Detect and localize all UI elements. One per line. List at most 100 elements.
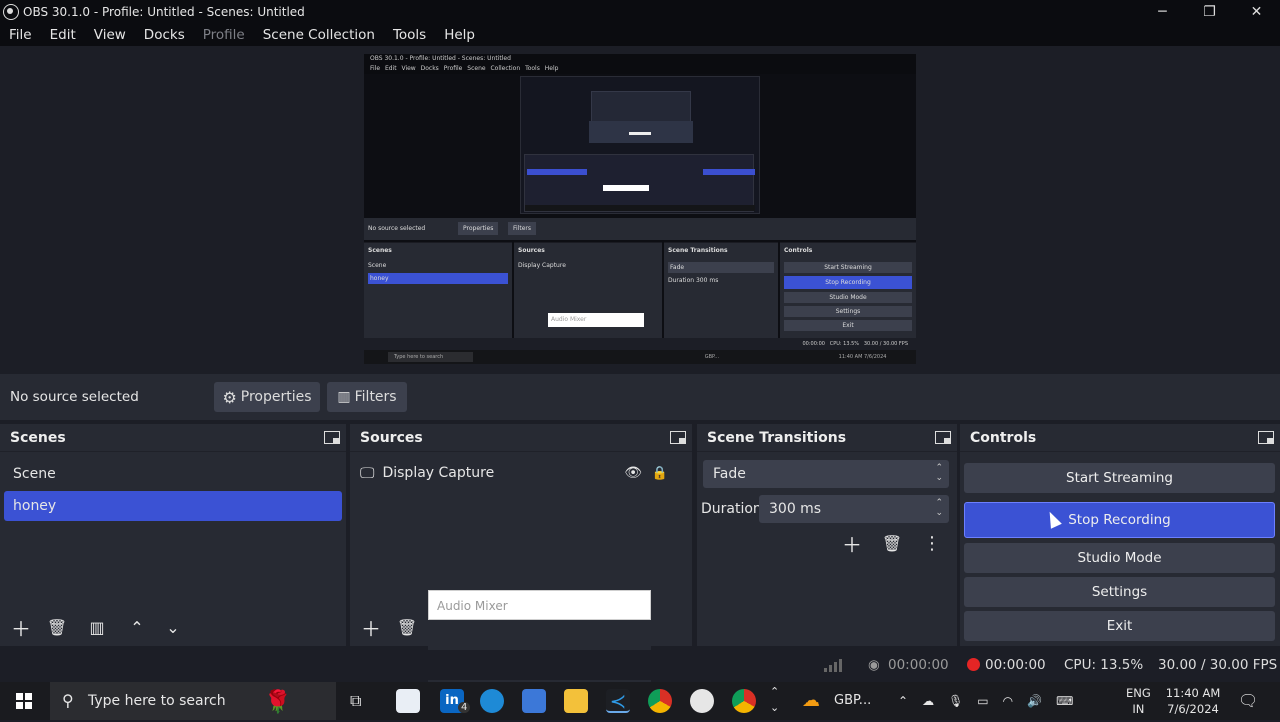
start-streaming-button[interactable]: Start Streaming: [964, 463, 1275, 493]
task-view-icon[interactable]: ⧉: [350, 691, 361, 711]
preview-mini-audio: Audio Mixer: [548, 313, 644, 327]
vscode-icon[interactable]: ≺: [606, 689, 630, 713]
add-source-button[interactable]: ＋: [356, 614, 386, 641]
undock-icon[interactable]: [935, 431, 951, 444]
menu-profile[interactable]: Profile: [194, 27, 254, 43]
whatsapp-icon[interactable]: [690, 689, 714, 713]
sources-toolbar: ＋ 🗑: [356, 614, 422, 641]
language-code: ENG: [1126, 686, 1151, 700]
chrome-icon[interactable]: [648, 689, 672, 713]
exit-button[interactable]: Exit: [964, 611, 1275, 641]
preview-mini-scene-2: honey: [368, 273, 508, 284]
edge-icon[interactable]: [480, 689, 504, 713]
preview-mini-scenes-title: Scenes: [368, 247, 392, 254]
window-controls: ─ ❐ ✕: [1139, 0, 1280, 24]
move-scene-up-button[interactable]: ⌃: [122, 614, 152, 640]
preview-canvas[interactable]: OBS 30.1.0 - Profile: Untitled - Scenes:…: [364, 54, 916, 364]
duration-spinbox[interactable]: 300 ms ⌃ ⌄: [759, 495, 949, 523]
region-code: IN: [1132, 702, 1145, 716]
wifi-icon[interactable]: ◠: [1003, 694, 1013, 708]
preview-nested-record: [703, 169, 755, 175]
transition-select[interactable]: Fade ⌃ ⌄: [703, 460, 949, 488]
preview-mini-controls: Controls Start Streaming Stop Recording …: [780, 242, 916, 352]
settings-button[interactable]: Settings: [964, 577, 1275, 607]
preview-mini-sources: Sources Display Capture Audio Mixer: [514, 242, 662, 352]
stop-recording-button[interactable]: Stop Recording: [964, 502, 1275, 538]
menu-tools[interactable]: Tools: [384, 27, 435, 43]
clock-date: 7/6/2024: [1167, 702, 1219, 716]
volume-icon[interactable]: 🔊: [1027, 694, 1042, 708]
menu-scene-collection[interactable]: Scene Collection: [254, 27, 384, 43]
preview-mini-transitions-title: Scene Transitions: [668, 247, 728, 254]
weather-icon: ☁: [802, 690, 820, 711]
preview-mini-properties: Properties: [458, 222, 499, 235]
file-explorer-icon[interactable]: [564, 689, 588, 713]
input-language[interactable]: ENG IN: [1126, 685, 1151, 717]
spin-arrows-icon[interactable]: ⌃ ⌄: [935, 498, 943, 518]
restore-button[interactable]: ❐: [1186, 0, 1233, 24]
tray-expand-icon[interactable]: ⌃: [898, 694, 908, 708]
preview-mini-clock-date: 7/6/2024: [863, 354, 887, 360]
taskbar-clock[interactable]: 11:40 AM 7/6/2024: [1162, 685, 1224, 717]
window-title: OBS 30.1.0 - Profile: Untitled - Scenes:…: [23, 5, 305, 19]
taskbar-scroll-icon[interactable]: ⌃ ⌄: [770, 684, 779, 716]
transition-menu-button[interactable]: ⋮: [917, 530, 947, 556]
minimize-button[interactable]: ─: [1139, 0, 1186, 24]
add-scene-button[interactable]: ＋: [6, 614, 36, 641]
microphone-icon[interactable]: 🎙: [948, 694, 963, 708]
remove-source-button[interactable]: 🗑: [392, 614, 422, 640]
filters-button[interactable]: ▥ Filters: [327, 382, 407, 412]
properties-label: Properties: [240, 389, 312, 405]
preview-mini-search: Type here to search: [388, 352, 474, 362]
undock-icon[interactable]: [670, 431, 686, 444]
audio-mixer-title[interactable]: Audio Mixer: [428, 590, 651, 620]
preview-mini-ctrl-4: Settings: [784, 306, 912, 317]
menu-view[interactable]: View: [85, 27, 135, 43]
preview-mini-ctrl-1: Start Streaming: [784, 262, 912, 273]
signal-strength-icon: [824, 658, 842, 672]
preview-mini-taskbar: Type here to search GBP... 11:40 AM 7/6/…: [364, 350, 916, 364]
windows-start-icon[interactable]: [16, 693, 32, 709]
properties-button[interactable]: ⚙ Properties: [214, 382, 320, 412]
monitor-icon: 🖵: [360, 464, 375, 482]
undock-icon[interactable]: [324, 431, 340, 444]
microsoft-store-icon[interactable]: [396, 689, 420, 713]
undock-icon[interactable]: [1258, 431, 1274, 444]
studio-mode-button[interactable]: Studio Mode: [964, 543, 1275, 573]
scene-filters-button[interactable]: ▥: [82, 614, 112, 640]
preview-mini-status: 00:00:00 CPU: 13.5% 30.00 / 30.00 FPS: [364, 338, 916, 350]
weather-label[interactable]: GBP...: [834, 693, 871, 708]
menu-help[interactable]: Help: [435, 27, 484, 43]
scene-item-scene[interactable]: Scene: [4, 459, 342, 489]
onedrive-icon[interactable]: ☁: [922, 694, 934, 708]
chrome-profile-icon[interactable]: [732, 689, 756, 713]
keyboard-icon[interactable]: ⌨: [1056, 694, 1073, 708]
battery-icon[interactable]: ▭: [977, 694, 988, 708]
taskbar-search-input[interactable]: ⚲ Type here to search 🌹: [50, 682, 336, 720]
search-placeholder: Type here to search: [88, 693, 226, 709]
transitions-header: Scene Transitions: [697, 424, 957, 452]
remove-transition-button[interactable]: 🗑: [877, 530, 907, 556]
filters-label: Filters: [354, 389, 397, 405]
scene-transitions-dock: Scene Transitions Fade ⌃ ⌄ Duration 300 m…: [697, 424, 957, 646]
preview-nested-bar: [629, 132, 651, 135]
menu-edit[interactable]: Edit: [41, 27, 85, 43]
preview-mini-filters: Filters: [508, 222, 536, 235]
scene-item-honey[interactable]: honey: [4, 491, 342, 521]
move-scene-down-button[interactable]: ⌄: [158, 614, 188, 640]
word-icon[interactable]: [522, 689, 546, 713]
cpu-usage: CPU: 13.5%: [1064, 657, 1144, 673]
menu-docks[interactable]: Docks: [135, 27, 194, 43]
source-item-display-capture[interactable]: 🖵 Display Capture 👁 🔒: [360, 460, 686, 486]
add-transition-button[interactable]: ＋: [837, 530, 867, 557]
transition-value: Fade: [713, 466, 746, 482]
menu-file[interactable]: File: [0, 27, 41, 43]
eye-icon[interactable]: 👁: [624, 465, 642, 481]
source-label: Display Capture: [382, 465, 495, 481]
controls-title: Controls: [970, 429, 1037, 446]
close-button[interactable]: ✕: [1233, 0, 1280, 24]
notifications-icon[interactable]: 🗨: [1238, 691, 1258, 710]
preview-mini-fps: 30.00 / 30.00 FPS: [863, 341, 908, 347]
lock-icon[interactable]: 🔒: [652, 466, 668, 481]
remove-scene-button[interactable]: 🗑: [42, 614, 72, 640]
